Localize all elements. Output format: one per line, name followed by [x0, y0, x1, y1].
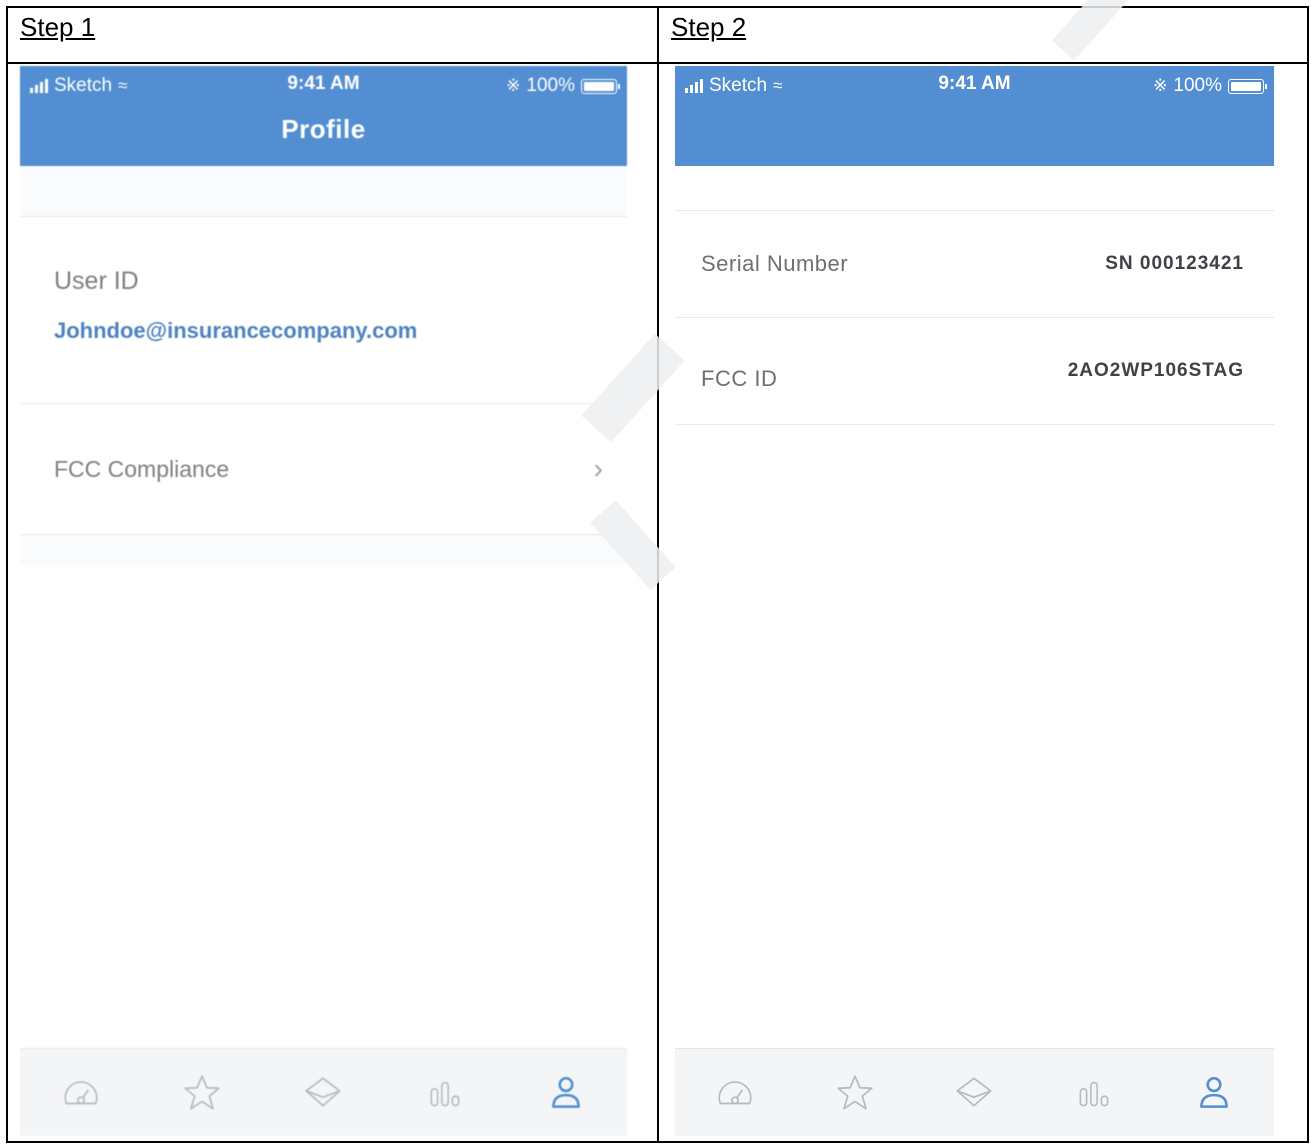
tab-favorites[interactable]: [172, 1063, 232, 1123]
document-table: Step 1 Sketch ≈ 9:41 AM ※ 100% Profile U…: [6, 0, 1309, 1143]
tab-packages[interactable]: [944, 1063, 1004, 1123]
fcc-compliance-label: FCC Compliance: [54, 455, 230, 482]
fcc-id-value: 2AO2WP106STAG: [1067, 360, 1244, 381]
status-bar: Sketch ≈ 9:41 AM ※ 100%: [20, 66, 627, 100]
speedometer-icon: [718, 1080, 752, 1104]
user-id-section: User ID Johndoe@insurancecompany.com: [20, 217, 627, 403]
status-time: 9:41 AM: [287, 73, 360, 94]
step1-navbar: Sketch ≈ 9:41 AM ※ 100% Profile: [20, 66, 627, 166]
speedometer-icon: [64, 1080, 98, 1104]
user-id-value: Johndoe@insurancecompany.com: [54, 318, 418, 343]
step1-column: Step 1 Sketch ≈ 9:41 AM ※ 100% Profile U…: [8, 8, 659, 1141]
battery-icon: [1228, 78, 1267, 94]
signal-icon: [685, 79, 703, 93]
user-id-label: User ID: [54, 267, 139, 295]
serial-number-label: Serial Number: [701, 251, 849, 276]
profile-icon: [552, 1076, 581, 1108]
signal-icon: [30, 79, 48, 93]
battery-fill: [584, 81, 614, 91]
tab-stats[interactable]: [1064, 1063, 1124, 1123]
bars-icon: [1079, 1081, 1109, 1106]
battery-percent: 100%: [1173, 75, 1222, 96]
diamond-icon: [956, 1076, 993, 1106]
tab-dashboard[interactable]: [705, 1063, 765, 1123]
fcc-compliance-row[interactable]: FCC Compliance ›: [20, 404, 627, 534]
star-icon: [184, 1074, 220, 1110]
step1-header: Step 1: [8, 8, 657, 64]
chevron-right-icon: ›: [593, 453, 603, 484]
step2-header: Step 2: [659, 8, 1307, 64]
star-icon: [837, 1074, 873, 1110]
carrier-label: Sketch: [709, 75, 768, 96]
step2-column: Step 2 Sketch ≈ 9:41 AM ※ 100% Serial Nu…: [659, 8, 1307, 1141]
battery-percent: 100%: [526, 75, 575, 96]
status-bar: Sketch ≈ 9:41 AM ※ 100%: [675, 66, 1274, 100]
bars-icon: [430, 1081, 460, 1106]
page-title: Profile: [281, 114, 366, 144]
tab-bar: [675, 1048, 1274, 1136]
serial-number-row: Serial Number SN 000123421: [675, 211, 1274, 317]
tab-stats[interactable]: [415, 1063, 475, 1123]
battery-fill: [1231, 81, 1261, 91]
step2-phone-screen: Sketch ≈ 9:41 AM ※ 100% Serial Number SN…: [675, 66, 1274, 1136]
wifi-icon: ≈: [118, 76, 128, 95]
diamond-icon: [305, 1076, 342, 1106]
status-time: 9:41 AM: [938, 73, 1011, 94]
tab-profile[interactable]: [1184, 1063, 1244, 1123]
wifi-icon: ≈: [773, 76, 783, 95]
step1-phone-screen: Sketch ≈ 9:41 AM ※ 100% Profile User ID …: [20, 66, 627, 1136]
tab-dashboard[interactable]: [51, 1063, 111, 1123]
serial-number-value: SN 000123421: [1105, 253, 1244, 274]
tab-favorites[interactable]: [825, 1063, 885, 1123]
fcc-id-label: FCC ID: [701, 366, 778, 391]
profile-icon: [1200, 1076, 1228, 1108]
tab-profile[interactable]: [536, 1063, 596, 1123]
tab-bar: [20, 1048, 627, 1136]
carrier-label: Sketch: [54, 75, 113, 96]
bluetooth-icon: ※: [1153, 76, 1168, 95]
tab-packages[interactable]: [293, 1063, 353, 1123]
step2-navbar: Sketch ≈ 9:41 AM ※ 100%: [675, 66, 1274, 166]
bluetooth-icon: ※: [506, 76, 521, 95]
battery-icon: [581, 78, 620, 94]
fcc-id-row: FCC ID 2AO2WP106STAG: [675, 318, 1274, 424]
